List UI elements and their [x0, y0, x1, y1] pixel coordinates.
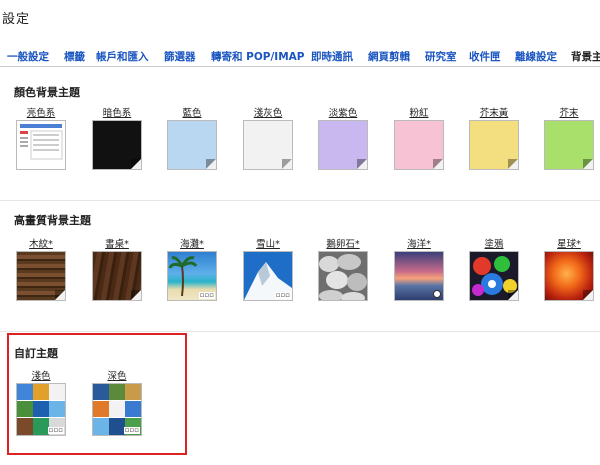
theme-thumbnail[interactable]: ▫▫▫ [167, 251, 217, 301]
theme-thumbnail[interactable] [243, 120, 293, 170]
pebbles-icon [319, 254, 367, 300]
theme-thumbnail[interactable] [92, 251, 142, 301]
theme-label: 粉紅 [409, 108, 429, 119]
theme-label: 淺灰色 [253, 108, 283, 119]
theme-label: 鵝卵石* [326, 239, 360, 250]
page-curl-icon [357, 159, 367, 169]
tab-general[interactable]: 一般設定 [7, 49, 49, 64]
section-divider [0, 331, 600, 332]
theme-thumbnail[interactable] [167, 120, 217, 170]
theme-label: 書桌* [105, 239, 129, 250]
tab-offline[interactable]: 離線設定 [515, 49, 557, 64]
theme-thumbnail[interactable] [469, 120, 519, 170]
theme-label: 芥末 [559, 108, 579, 119]
custom-themes-heading: 自訂主題 [14, 347, 58, 360]
tab-inbox[interactable]: 收件匣 [469, 49, 501, 64]
hd-badge: ▫▫▫ [47, 426, 64, 434]
theme-label: 深色 [107, 371, 127, 382]
theme-label: 星球* [557, 239, 581, 250]
theme-label: 雪山* [256, 239, 280, 250]
theme-label: 淺色 [31, 371, 51, 382]
theme-thumbnail[interactable]: ▫▫▫ [243, 251, 293, 301]
theme-thumbnail[interactable] [318, 251, 368, 301]
tab-accounts-import[interactable]: 帳戶和匯入 [96, 49, 149, 64]
settings-tab-bar: 一般設定 標籤 帳戶和匯入 篩選器 轉寄和 POP/IMAP 即時通訊 網頁剪輯… [0, 40, 600, 67]
theme-label: 暗色系 [102, 108, 132, 119]
page-curl-icon [433, 159, 443, 169]
hd-badge: ▫▫▫ [198, 291, 215, 299]
theme-thumbnail[interactable] [544, 120, 594, 170]
theme-thumbnail[interactable] [544, 251, 594, 301]
theme-label: 塗鴉 [484, 239, 504, 250]
page-title: 設定 [2, 12, 31, 27]
color-themes-heading: 顏色背景主題 [14, 86, 80, 99]
theme-thumbnail[interactable] [394, 120, 444, 170]
tab-chat[interactable]: 即時通訊 [311, 49, 353, 64]
page-curl-icon [282, 159, 292, 169]
tab-labs[interactable]: 研究室 [425, 49, 457, 64]
theme-thumbnail[interactable] [394, 251, 444, 301]
theme-thumbnail[interactable] [92, 120, 142, 170]
clock-icon [433, 290, 441, 298]
tab-labels[interactable]: 標籤 [64, 49, 85, 64]
theme-label: 淡紫色 [328, 108, 358, 119]
page-curl-icon [55, 290, 65, 300]
theme-label: 木紋* [29, 239, 53, 250]
page-curl-icon [583, 290, 593, 300]
light-theme-preview-icon [20, 124, 63, 160]
tab-forwarding-pop-imap[interactable]: 轉寄和 POP/IMAP [211, 49, 305, 64]
theme-thumbnail[interactable] [318, 120, 368, 170]
theme-thumbnail[interactable] [16, 120, 66, 170]
page-curl-icon [131, 159, 141, 169]
hd-badge: ▫▫▫ [123, 426, 140, 434]
hd-themes-heading: 高畫質背景主題 [14, 214, 91, 227]
tab-themes[interactable]: 背景主題 [571, 49, 600, 64]
hd-badge: ▫▫▫ [274, 291, 291, 299]
page-curl-icon [583, 159, 593, 169]
theme-thumbnail[interactable] [469, 251, 519, 301]
tab-filters[interactable]: 篩選器 [164, 49, 196, 64]
page-curl-icon [508, 159, 518, 169]
settings-header: 設定 [0, 0, 600, 40]
page-curl-icon [206, 159, 216, 169]
theme-label: 亮色系 [26, 108, 56, 119]
theme-thumbnail[interactable] [16, 251, 66, 301]
page-curl-icon [131, 290, 141, 300]
theme-thumbnail[interactable]: ▫▫▫ [16, 383, 66, 436]
page-curl-icon [508, 290, 518, 300]
section-divider [0, 200, 600, 201]
theme-label: 海灘* [180, 239, 204, 250]
theme-label: 芥末黃 [479, 108, 509, 119]
theme-thumbnail[interactable]: ▫▫▫ [92, 383, 142, 436]
theme-label: 藍色 [182, 108, 202, 119]
theme-label: 海洋* [407, 239, 431, 250]
tab-web-clips[interactable]: 網頁剪輯 [368, 49, 410, 64]
